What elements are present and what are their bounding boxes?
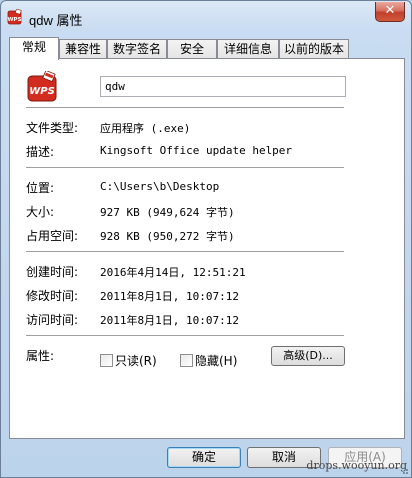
svg-text:WPS: WPS	[29, 86, 55, 97]
size-on-disk-value: 928 KB (950,272 字节)	[100, 230, 235, 243]
file-type-label: 文件类型:	[26, 121, 79, 135]
tab-compatibility[interactable]: 兼容性	[59, 39, 107, 59]
tab-details[interactable]: 详细信息	[217, 39, 279, 59]
tab-digital-signatures[interactable]: 数字签名	[107, 39, 167, 59]
tab-strip: 常规 兼容性 数字签名 安全 详细信息 以前的版本	[9, 37, 405, 60]
tab-previous-versions[interactable]: 以前的版本	[279, 39, 349, 59]
watermark-text: drops.wooyun.org	[306, 459, 407, 472]
attributes-label: 属性:	[26, 349, 55, 363]
ok-button[interactable]: 确定	[167, 447, 241, 468]
wps-file-icon: WPS	[27, 71, 57, 102]
resize-grip-icon[interactable]	[399, 465, 409, 475]
properties-window: WPS qdw 属性 ✕ 常规 兼容性 数字签名 安全 详细信息 以前的版本 W…	[0, 0, 412, 478]
description-label: 描述:	[26, 145, 55, 159]
general-panel: WPS 文件类型: 应用程序 (.exe) 描述: Kingsoft Offic…	[9, 58, 405, 439]
accessed-value: 2011年8月1日, 10:07:12	[100, 314, 239, 327]
created-label: 创建时间:	[26, 265, 79, 279]
description-value: Kingsoft Office update helper	[100, 144, 293, 157]
checkbox-box[interactable]	[100, 354, 113, 367]
modified-label: 修改时间:	[26, 289, 79, 303]
file-name-field[interactable]	[100, 76, 346, 97]
window-title: qdw 属性	[29, 13, 83, 28]
modified-value: 2011年8月1日, 10:07:12	[100, 290, 239, 303]
separator	[26, 251, 344, 252]
accessed-label: 访问时间:	[26, 313, 79, 327]
location-label: 位置:	[26, 181, 55, 195]
size-label: 大小:	[26, 205, 55, 219]
close-button[interactable]: ✕	[375, 2, 405, 22]
readonly-checkbox[interactable]: 只读(R)	[100, 352, 157, 369]
close-icon: ✕	[384, 3, 396, 18]
tab-security[interactable]: 安全	[167, 39, 217, 59]
title-bar[interactable]: WPS qdw 属性 ✕	[1, 1, 411, 35]
file-type-value: 应用程序 (.exe)	[100, 122, 191, 135]
location-value: C:\Users\b\Desktop	[100, 180, 220, 193]
tab-general[interactable]: 常规	[9, 37, 59, 60]
separator	[26, 167, 344, 168]
size-value: 927 KB (949,624 字节)	[100, 206, 235, 219]
separator	[26, 335, 344, 336]
hidden-label: 隐藏(H)	[195, 354, 238, 368]
hidden-checkbox[interactable]: 隐藏(H)	[180, 352, 237, 369]
created-value: 2016年4月14日, 12:51:21	[100, 266, 246, 279]
svg-text:WPS: WPS	[7, 17, 21, 23]
wps-app-icon: WPS	[7, 9, 22, 25]
readonly-label: 只读(R)	[115, 354, 157, 368]
separator	[26, 107, 344, 108]
size-on-disk-label: 占用空间:	[26, 229, 79, 243]
advanced-button[interactable]: 高级(D)...	[271, 346, 345, 366]
checkbox-box[interactable]	[180, 354, 193, 367]
